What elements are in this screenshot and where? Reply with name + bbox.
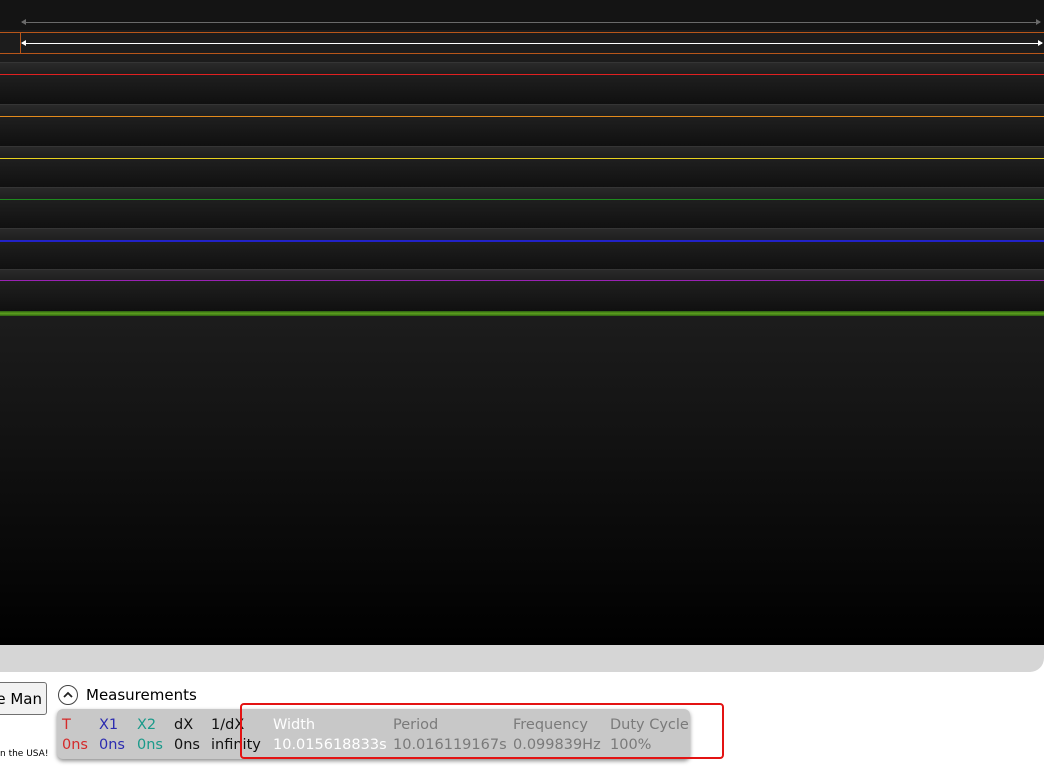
measurement-header: dX <box>174 717 194 733</box>
measurement-t: T 0ns <box>62 715 88 755</box>
channel-lane-yellow[interactable] <box>0 146 1044 188</box>
measurements-toggle-button[interactable] <box>58 685 78 705</box>
manual-button[interactable]: e Man <box>0 682 47 715</box>
waveform-plot[interactable] <box>0 0 1044 645</box>
measurement-value: 0ns <box>137 737 163 753</box>
measurement-x2: X2 0ns <box>137 715 163 755</box>
measurement-value: 0ns <box>62 737 88 753</box>
measurement-x1: X1 0ns <box>99 715 125 755</box>
measurement-value: 0ns <box>174 737 200 753</box>
range-arrow-gray <box>21 19 1041 25</box>
time-ruler-row <box>0 0 1044 30</box>
measurements-title: Measurements <box>86 686 197 704</box>
width-measure-arrow <box>21 40 1043 46</box>
trace-red <box>0 74 1044 75</box>
trace-green <box>0 199 1044 200</box>
measurement-value: 0ns <box>99 737 125 753</box>
channel-lane-green[interactable] <box>0 187 1044 229</box>
measurement-header: X2 <box>137 717 157 733</box>
trace-orange <box>0 116 1044 117</box>
channel-lane-blue[interactable] <box>0 228 1044 270</box>
measurement-dx: dX 0ns <box>174 715 200 755</box>
channel-lane-orange[interactable] <box>0 104 1044 146</box>
trace-blue <box>0 240 1044 242</box>
scope-window <box>0 0 1044 672</box>
trace-yellow <box>0 158 1044 159</box>
highlight-callout-box <box>240 703 724 759</box>
bus-trace-green <box>0 311 1044 316</box>
trace-purple <box>0 280 1044 281</box>
channel-lane-purple[interactable] <box>0 269 1044 311</box>
channel-lane-red[interactable] <box>0 62 1044 104</box>
measurement-header: T <box>62 717 71 733</box>
measurement-header: X1 <box>99 717 119 733</box>
chevron-up-icon <box>63 691 73 698</box>
footer-text: n the USA! <box>0 749 49 759</box>
